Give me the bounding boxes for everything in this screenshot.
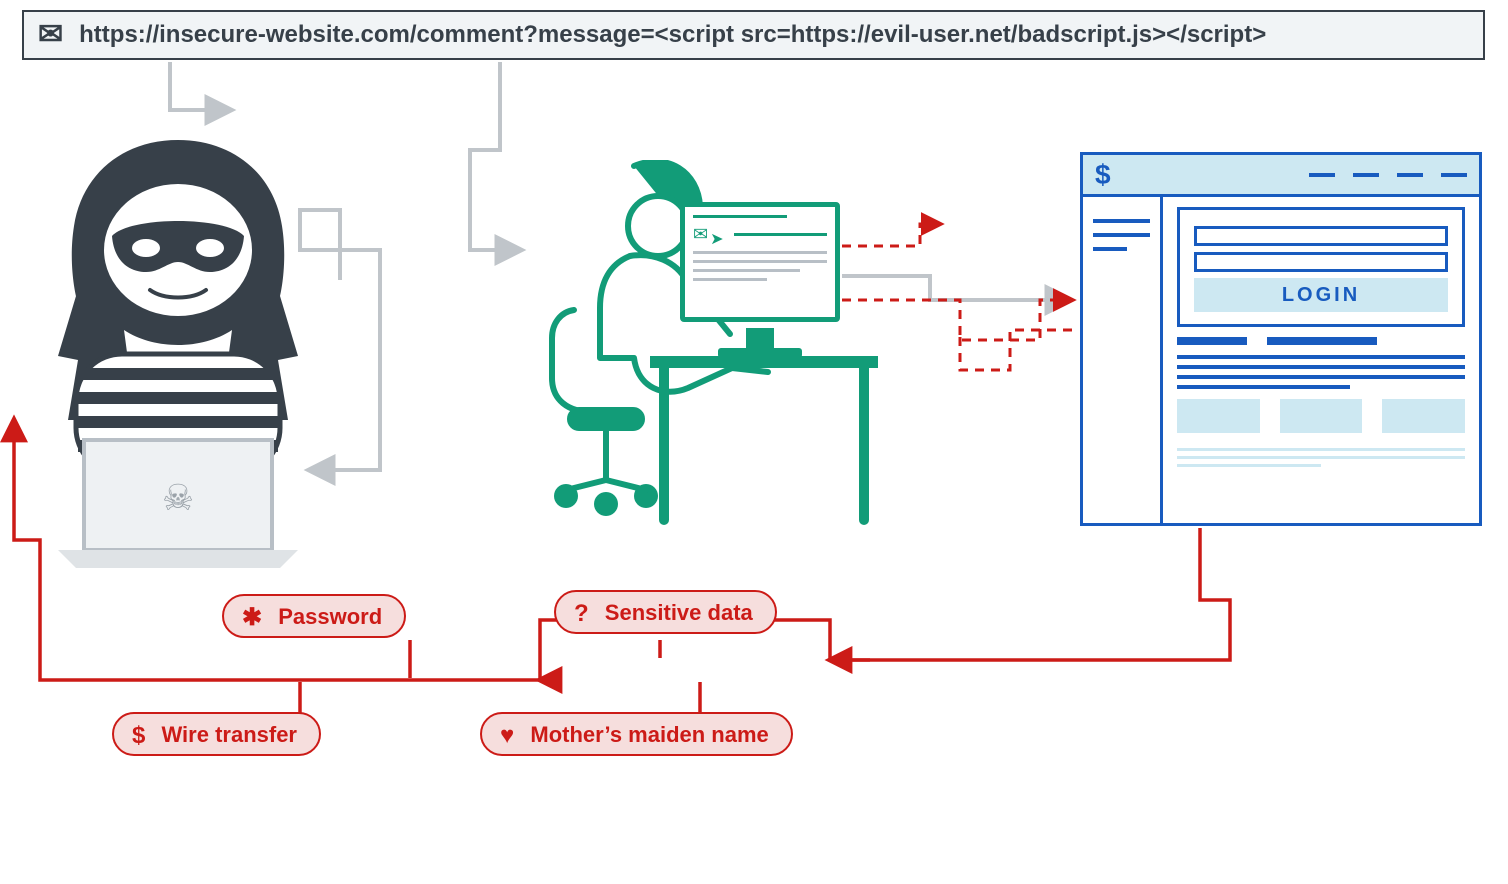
pill-maiden-name: ♥ Mother’s maiden name xyxy=(480,712,793,756)
login-button[interactable]: LOGIN xyxy=(1194,278,1448,312)
malicious-url-text: https://insecure-website.com/comment?mes… xyxy=(79,21,1266,49)
victim-monitor: ✉ ➤ xyxy=(680,202,840,322)
pill-password-label: Password xyxy=(278,604,382,629)
malicious-url-bar: ✉ https://insecure-website.com/comment?m… xyxy=(22,10,1485,60)
pill-sensitive-label: Sensitive data xyxy=(605,600,753,625)
password-field[interactable] xyxy=(1194,252,1448,272)
svg-text:☠: ☠ xyxy=(162,477,194,518)
target-website: $ LOGIN xyxy=(1080,152,1482,526)
envelope-icon: ✉ xyxy=(38,20,63,50)
attacker-illustration: ☠ xyxy=(28,140,328,568)
pill-maiden-label: Mother’s maiden name xyxy=(530,722,768,747)
window-controls-icon xyxy=(1309,173,1467,177)
pill-sensitive-data: ? Sensitive data xyxy=(554,590,777,634)
username-field[interactable] xyxy=(1194,226,1448,246)
heart-icon: ♥ xyxy=(500,715,514,757)
dollar-icon: $ xyxy=(132,715,145,757)
email-icon: ✉ xyxy=(693,224,708,245)
site-currency-icon: $ xyxy=(1095,159,1111,191)
pill-password: ✱ Password xyxy=(222,594,406,638)
cursor-icon: ➤ xyxy=(710,229,723,249)
asterisk-icon: ✱ xyxy=(242,597,262,639)
login-form: LOGIN xyxy=(1177,207,1465,327)
monitor-stand xyxy=(746,328,774,350)
site-sidebar xyxy=(1083,197,1163,523)
pill-wiretransfer-label: Wire transfer xyxy=(161,722,297,747)
monitor-base xyxy=(718,348,802,358)
pill-wire-transfer: $ Wire transfer xyxy=(112,712,321,756)
question-icon: ? xyxy=(574,593,589,635)
